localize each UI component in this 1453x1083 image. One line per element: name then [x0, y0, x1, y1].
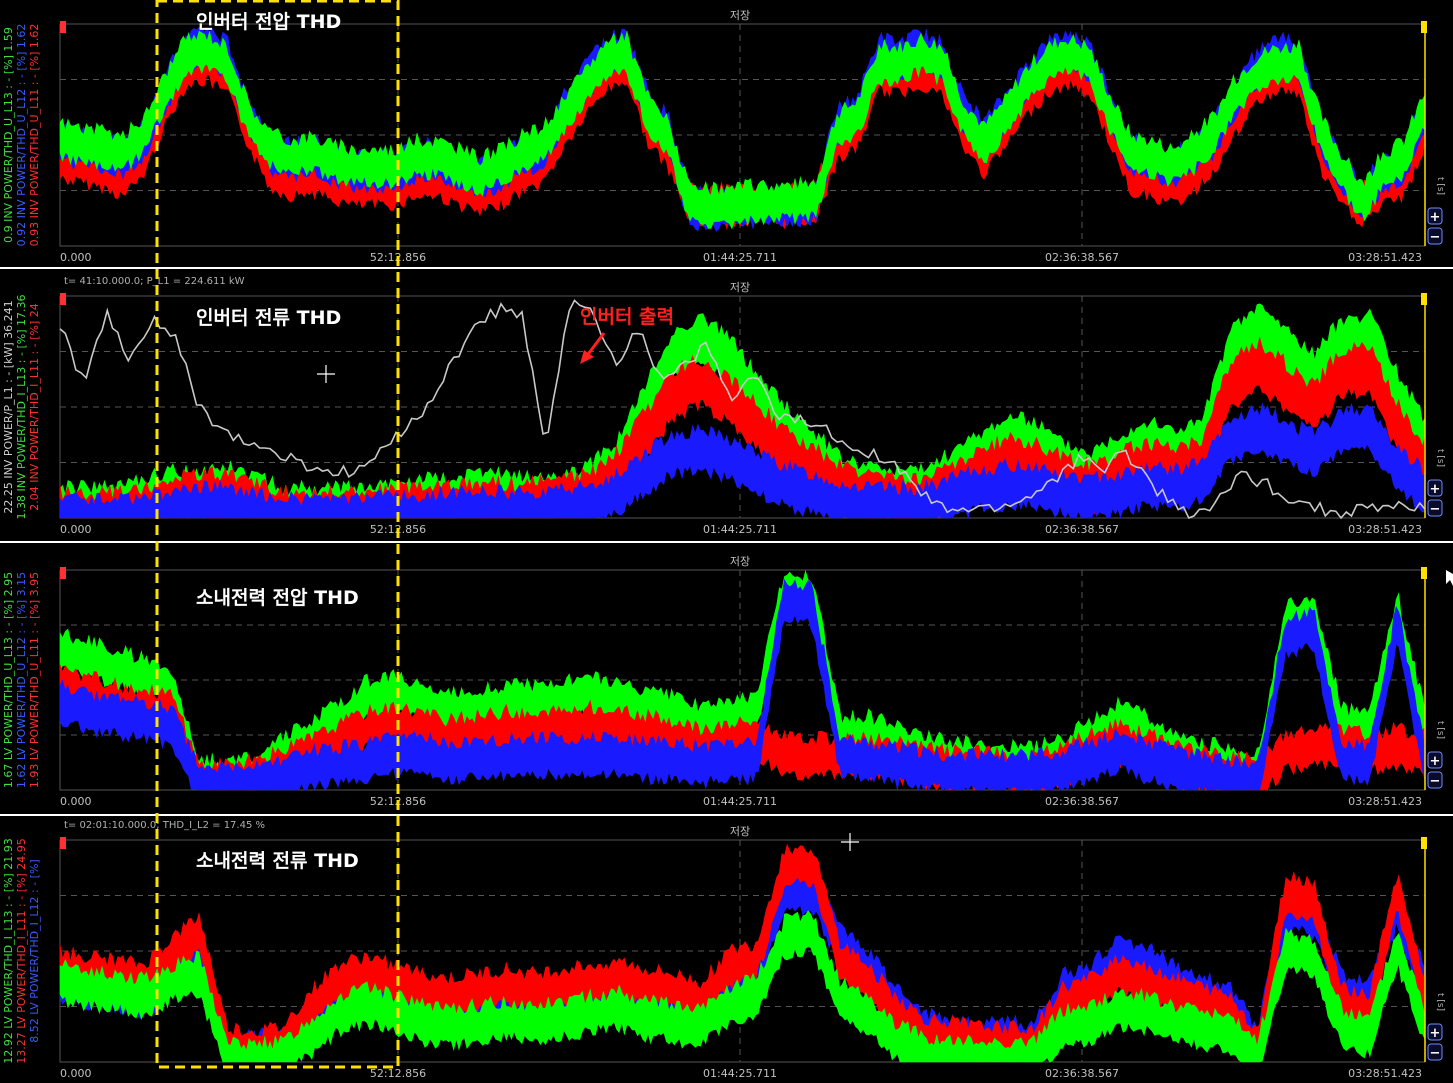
y-axis-label: 2.04 INV POWER/THD_I_L11 : - [%] 24: [28, 303, 41, 510]
x-tick-label: 01:44:25.711: [703, 251, 777, 264]
charts-canvas: 0.9 INV POWER/THD_U_L13 : - [%] 1.59 0.92…: [0, 0, 1453, 1080]
time-unit-label: t [s]: [1435, 993, 1445, 1011]
x-tick-label: 0.000: [60, 1067, 92, 1079]
x-tick-label: 03:28:51.423: [1348, 795, 1422, 808]
time-unit-label: t [s]: [1435, 721, 1445, 739]
save-label[interactable]: 저장: [730, 555, 750, 568]
oscilloscope-view: 0.9 INV POWER/THD_U_L13 : - [%] 1.59 0.92…: [0, 0, 1453, 1080]
zoom-minus-glyph[interactable]: −: [1430, 502, 1441, 517]
y-axis-label: 1.93 LV POWER/THD_U_L11 : - [%] 3.95: [28, 572, 41, 788]
zoom-plus-glyph[interactable]: +: [1430, 482, 1441, 497]
y-axis-label: 8.52 LV POWER/THD_I_L12 : - [%]: [28, 859, 41, 1042]
x-tick-label: 02:36:38.567: [1045, 1067, 1119, 1079]
panel-title-3: 소내전력 전압 THD: [196, 587, 359, 609]
x-tick-label: 01:44:25.711: [703, 795, 777, 808]
zoom-minus-glyph[interactable]: −: [1430, 1046, 1441, 1061]
x-tick-label: 0.000: [60, 251, 92, 264]
end-marker[interactable]: [1421, 567, 1427, 579]
y-axis-label: 13.27 LV POWER/THD_I_L11 : - [%] 24.95: [15, 838, 28, 1063]
zoom-plus-icon[interactable]: +: [1427, 479, 1443, 497]
save-label[interactable]: 저장: [730, 825, 750, 838]
x-tick-label: 02:36:38.567: [1045, 251, 1119, 264]
zoom-plus-icon[interactable]: +: [1427, 751, 1443, 769]
y-axis-label: 12.92 LV POWER/THD_I_L13 : - [%] 21.93: [2, 838, 15, 1063]
x-tick-label: 01:44:25.711: [703, 1067, 777, 1079]
end-marker[interactable]: [1421, 837, 1427, 849]
zoom-plus-glyph[interactable]: +: [1430, 1026, 1441, 1041]
save-label[interactable]: 저장: [730, 281, 750, 294]
panel-title-4: 소내전력 전류 THD: [196, 850, 359, 872]
x-tick-label: 0.000: [60, 523, 92, 536]
y-axis-label: 1.38 INV POWER/THD_I_L13 : - [%] 17.36: [15, 295, 28, 520]
cursor-readout: t= 41:10.000.0; P_L1 = 224.611 kW: [64, 276, 245, 287]
x-tick-label: 01:44:25.711: [703, 523, 777, 536]
y-axis-label: 0.92 INV POWER/THD_U_L12 : - [%] 1.62: [15, 24, 28, 247]
x-tick-label: 02:36:38.567: [1045, 523, 1119, 536]
start-marker[interactable]: [60, 293, 66, 305]
start-marker[interactable]: [60, 837, 66, 849]
cursor-readout: t= 02:01:10.000.0; THD_I_L2 = 17.45 %: [64, 820, 265, 831]
end-marker[interactable]: [1421, 21, 1427, 33]
zoom-minus-icon[interactable]: −: [1427, 771, 1443, 789]
cursor-arrow-icon: [1446, 570, 1453, 586]
x-tick-label: 03:28:51.423: [1348, 523, 1422, 536]
y-axis-label: 1.62 LV POWER/THD_U_L12 : - [%] 3.15: [15, 572, 28, 788]
inverter-output-annotation: 인버터 출력: [580, 306, 675, 328]
start-marker[interactable]: [60, 21, 66, 33]
zoom-minus-icon[interactable]: −: [1427, 227, 1443, 245]
start-marker[interactable]: [60, 567, 66, 579]
x-tick-label: 03:28:51.423: [1348, 1067, 1422, 1079]
time-unit-label: t [s]: [1435, 449, 1445, 467]
zoom-plus-glyph[interactable]: +: [1430, 210, 1441, 225]
zoom-plus-glyph[interactable]: +: [1430, 754, 1441, 769]
y-axis-label: 22.25 INV POWER/P_L1 : - [kW] 36.241: [2, 300, 15, 513]
x-tick-label: 52:12.856: [370, 1067, 426, 1079]
zoom-plus-icon[interactable]: +: [1427, 1023, 1443, 1041]
panel-1: 0.9 INV POWER/THD_U_L13 : - [%] 1.59 0.92…: [2, 9, 1445, 264]
end-marker[interactable]: [1421, 293, 1427, 305]
zoom-minus-glyph[interactable]: −: [1430, 230, 1441, 245]
zoom-minus-glyph[interactable]: −: [1430, 774, 1441, 789]
panel-title-1: 인버터 전압 THD: [196, 11, 342, 33]
y-axis-label: 0.93 INV POWER/THD_U_L11 : - [%] 1.62: [28, 24, 41, 247]
zoom-minus-icon[interactable]: −: [1427, 499, 1443, 517]
y-axis-label: 1.67 LV POWER/THD_U_L13 : - [%] 2.95: [2, 572, 15, 788]
x-tick-label: 02:36:38.567: [1045, 795, 1119, 808]
save-label[interactable]: 저장: [730, 9, 750, 22]
x-tick-label: 03:28:51.423: [1348, 251, 1422, 264]
panel-title-2: 인버터 전류 THD: [196, 307, 342, 329]
time-unit-label: t [s]: [1435, 177, 1445, 195]
y-axis-label: 0.9 INV POWER/THD_U_L13 : - [%] 1.59: [2, 27, 15, 243]
zoom-minus-icon[interactable]: −: [1427, 1043, 1443, 1061]
x-tick-label: 0.000: [60, 795, 92, 808]
zoom-plus-icon[interactable]: +: [1427, 207, 1443, 225]
